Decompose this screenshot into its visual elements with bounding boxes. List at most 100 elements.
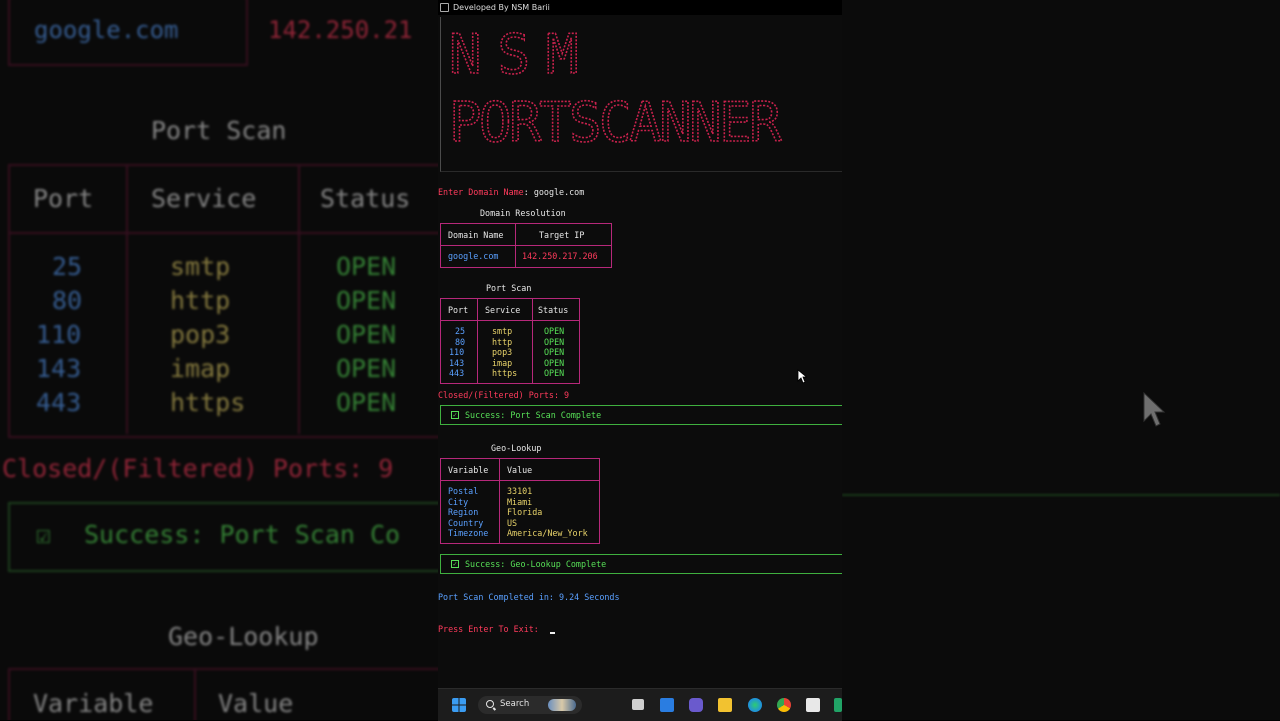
backdrop-service: smtp — [170, 252, 231, 281]
backdrop-geo-title: Geo-Lookup — [168, 622, 319, 651]
backdrop-status: OPEN — [336, 354, 397, 383]
taskbar-search[interactable]: Search — [478, 696, 582, 714]
backdrop-header-port: Port — [33, 184, 94, 213]
backdrop-status: OPEN — [336, 320, 397, 349]
domain-prompt: Enter Domain Name: google.com — [438, 187, 584, 197]
geo-variable: Region — [448, 507, 479, 517]
service-cell: http — [492, 337, 513, 347]
geo-variable: City — [448, 497, 469, 507]
search-icon — [486, 700, 494, 708]
title-bar[interactable]: Developed By NSM Barii — [438, 0, 842, 15]
domain-prompt-sep: : — [523, 187, 534, 197]
success-geo-lookup: ✓ Success: Geo-Lookup Complete — [440, 554, 842, 574]
backdrop-status: OPEN — [336, 388, 397, 417]
success-port-scan: ✓ Success: Port Scan Complete — [440, 405, 842, 425]
status-cell: OPEN — [544, 347, 565, 357]
backdrop-service: pop3 — [170, 320, 231, 349]
backdrop-status: OPEN — [336, 286, 397, 315]
backdrop-header-status: Status — [320, 184, 411, 213]
domain-prompt-label: Enter Domain Name — [438, 187, 524, 197]
backdrop-geo-header-variable: Variable — [33, 689, 154, 718]
chat-icon[interactable] — [689, 698, 703, 712]
port-scan-title: Port Scan — [486, 283, 532, 293]
geo-value: 33101 — [507, 486, 533, 496]
backdrop-mouse-cursor-icon — [1143, 391, 1166, 427]
backdrop-closed: Closed/(Filtered) Ports: 9 — [2, 454, 394, 483]
backdrop-port: 443 — [36, 388, 82, 417]
backdrop-port: 80 — [52, 286, 83, 315]
file-explorer-icon[interactable] — [718, 698, 732, 712]
success-geo-label: Success: Geo-Lookup Complete — [465, 559, 607, 569]
backdrop-port: 110 — [36, 320, 82, 349]
widgets-icon[interactable] — [660, 698, 674, 712]
backdrop-ip: 142.250.21 — [268, 16, 413, 44]
task-view-icon[interactable] — [632, 699, 644, 710]
backdrop-success-line — [842, 494, 1280, 496]
backdrop-port-header-line — [8, 232, 438, 234]
window-title: Developed By NSM Barii — [453, 3, 550, 12]
store-icon[interactable] — [806, 698, 820, 712]
backdrop-right — [842, 0, 1280, 720]
status-cell: OPEN — [544, 358, 565, 368]
geo-variable: Country — [448, 518, 484, 528]
port-scan-table: Port Service Status 25 80 110 143 443 sm… — [440, 298, 580, 384]
geo-header-value: Value — [507, 465, 533, 475]
port-table-divider — [477, 299, 478, 383]
service-cell: https — [492, 368, 518, 378]
chrome-browser-icon[interactable] — [777, 698, 791, 712]
backdrop-service: imap — [170, 354, 231, 383]
check-icon: ✓ — [451, 411, 459, 419]
success-port-label: Success: Port Scan Complete — [465, 410, 602, 420]
mouse-cursor-icon — [797, 369, 807, 384]
geo-variable: Postal — [448, 486, 479, 496]
geo-value: US — [507, 518, 518, 528]
domain-resolution-title: Domain Resolution — [480, 208, 566, 218]
backdrop-port: 25 — [52, 252, 83, 281]
exit-prompt: Press Enter To Exit: — [438, 624, 539, 634]
port-cell: 110 — [449, 347, 465, 357]
domain-resolution-table: Domain Name Target IP google.com 142.250… — [440, 223, 612, 268]
geo-lookup-title: Geo-Lookup — [491, 443, 542, 453]
geo-value: Miami — [507, 497, 533, 507]
geo-table-divider — [499, 459, 500, 543]
domain-header-domain: Domain Name — [448, 230, 504, 240]
text-caret[interactable] — [550, 632, 555, 634]
geo-variable: Timezone — [448, 528, 489, 538]
taskbar-search-label: Search — [500, 699, 530, 709]
backdrop-service: http — [170, 286, 231, 315]
edge-browser-icon[interactable] — [748, 698, 762, 712]
status-cell: OPEN — [544, 326, 565, 336]
completed-time: Port Scan Completed in: 9.24 Seconds — [438, 592, 620, 602]
check-icon: ✓ — [451, 560, 459, 568]
terminal-window: Developed By NSM Barii NSM PORTSCANNER E… — [438, 0, 842, 720]
backdrop-left: google.com 142.250.21 Port Scan Port Ser… — [0, 0, 438, 720]
excel-icon[interactable] — [834, 698, 842, 712]
service-cell: imap — [492, 358, 513, 368]
banner-line2: PORTSCANNER — [449, 91, 782, 151]
status-cell: OPEN — [544, 337, 565, 347]
backdrop-geo-header-value: Value — [218, 689, 294, 718]
port-header-port: Port — [448, 305, 469, 315]
backdrop-success: Success: Port Scan Co — [84, 520, 401, 549]
backdrop-port-scan-title: Port Scan — [151, 116, 287, 145]
geo-header-variable: Variable — [448, 465, 489, 475]
backdrop-domain: google.com — [34, 16, 179, 44]
search-highlight-icon — [548, 699, 576, 711]
domain-header-ip: Target IP — [539, 230, 585, 240]
geo-value: Florida — [507, 507, 543, 517]
geo-lookup-table: Variable Value Postal City Region Countr… — [440, 458, 600, 544]
domain-value: google.com — [448, 251, 499, 261]
domain-table-header-line — [441, 245, 611, 246]
backdrop-zoom: google.com 142.250.21 Port Scan Port Ser… — [0, 0, 438, 720]
windows-start-icon[interactable] — [452, 698, 466, 712]
backdrop-check-icon: ☑ — [36, 520, 52, 549]
port-header-status: Status — [538, 305, 569, 315]
port-cell: 443 — [449, 368, 465, 378]
closed-ports: Closed/(Filtered) Ports: 9 — [438, 390, 570, 400]
banner-art: NSM PORTSCANNER — [449, 31, 785, 151]
backdrop-geo-line — [194, 668, 196, 720]
status-cell: OPEN — [544, 368, 565, 378]
ip-value: 142.250.217.206 — [522, 251, 598, 261]
geo-table-header-line — [441, 480, 599, 481]
banner-line1: NSM — [449, 31, 595, 86]
